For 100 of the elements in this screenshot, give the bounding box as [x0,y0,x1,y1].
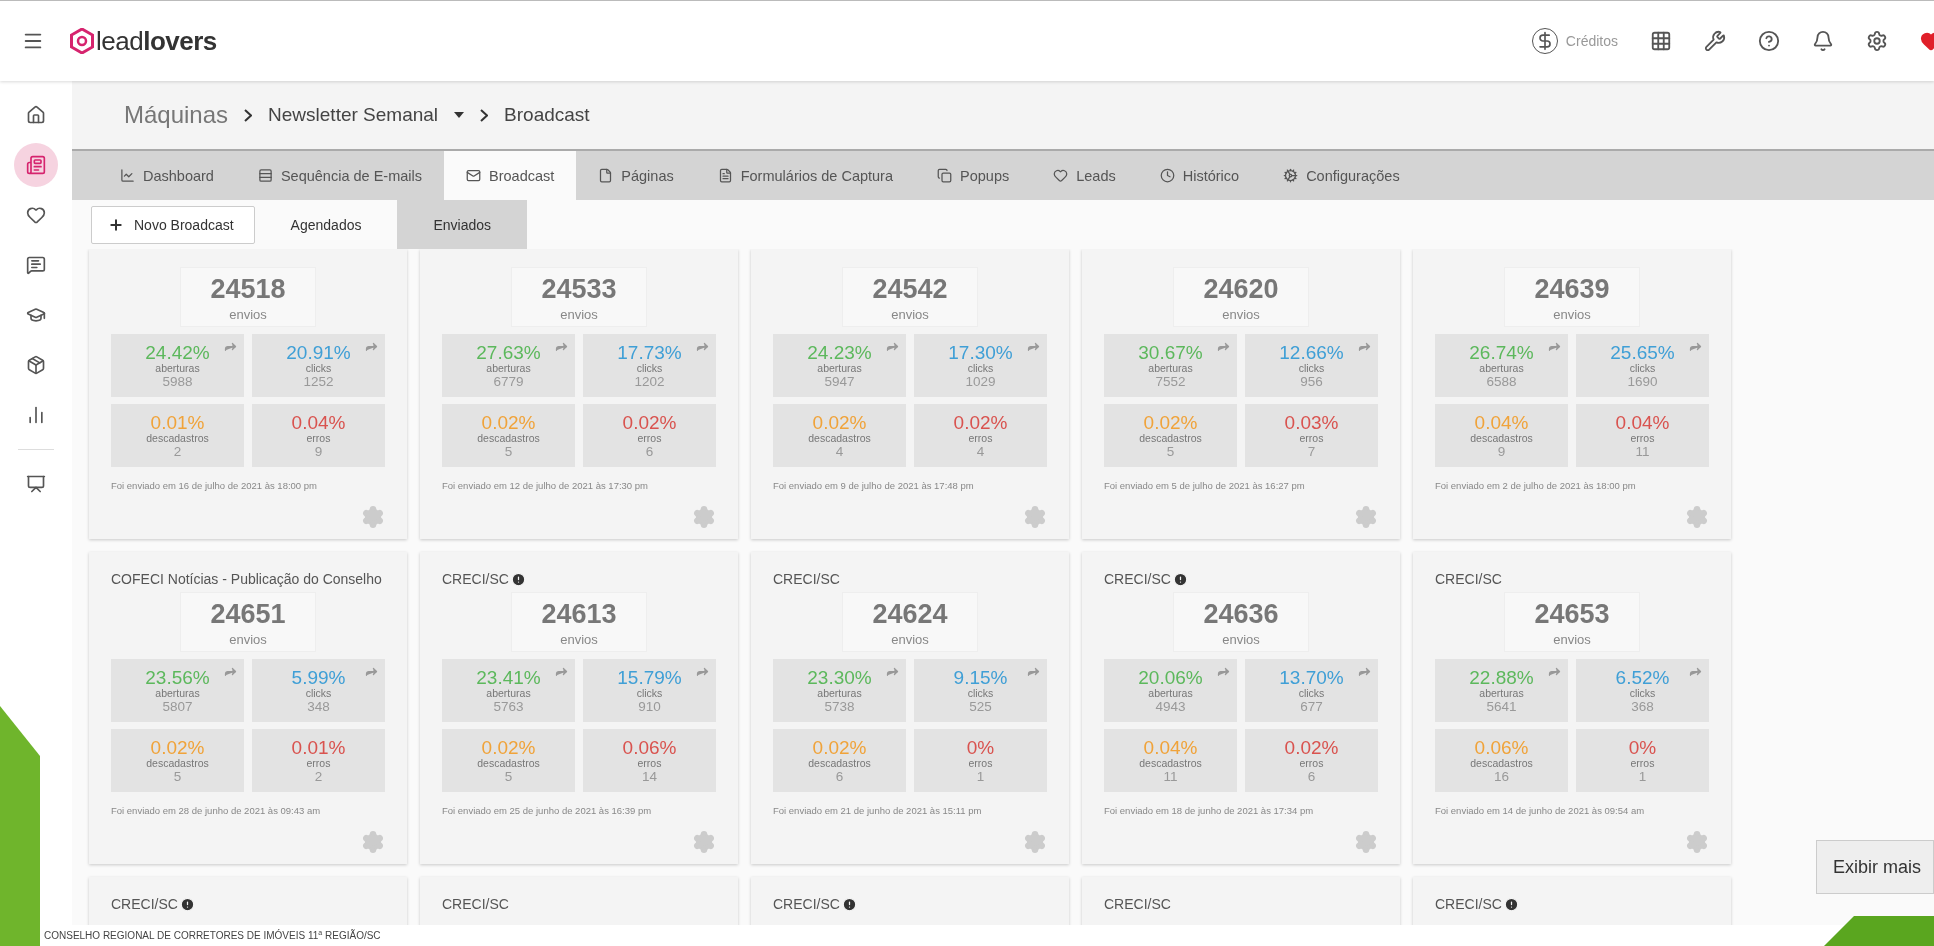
gears-icon [1283,168,1299,183]
stat-count: 2 [173,443,182,459]
sent-date: Foi enviado em 16 de julho de 2021 às 18:00 pm [111,480,318,491]
stat-label: clicks [1298,361,1325,374]
plus-icon [108,216,124,233]
sent-date: Foi enviado em 14 de junho de 2021 às 09:54 am [1435,805,1646,816]
nav-tab[interactable]: Histórico [1137,151,1262,200]
stat-count: 7 [1307,443,1316,459]
nav-tab[interactable]: Leads [1031,151,1138,200]
stat-label: descadastros [808,756,871,769]
stat-label: descadastros [477,756,540,769]
stat-count: 1029 [965,373,996,389]
stat-label: clicks [967,361,994,374]
stat-percent: 0.04% [1474,412,1529,432]
gear-icon[interactable] [692,505,716,529]
sends-label: envios [1222,307,1260,322]
document-icon [717,168,733,183]
stat-percent: 0.02% [481,412,536,432]
card-title: CRECI/SC [773,571,840,587]
stat-percent: 0.04% [1143,737,1198,757]
sent-date: Foi enviado em 5 de julho de 2021 às 16:27 pm [1104,480,1306,491]
sidebar-item[interactable] [14,143,58,187]
settings-icon[interactable] [1866,30,1888,52]
stat-percent: 0.02% [481,737,536,757]
notifications-icon[interactable] [1812,30,1834,52]
sends-label: envios [891,307,929,322]
nav-tab[interactable]: Popups [915,151,1032,200]
nav-tab[interactable]: Dashboard [98,151,236,200]
stat-label: erros [306,431,331,444]
stat-count: 5738 [824,698,855,714]
gear-icon[interactable] [1685,830,1709,854]
stat-label: clicks [1298,686,1325,699]
credits-link[interactable]: Créditos [1531,28,1618,54]
stat-percent: 20.06% [1138,667,1203,687]
nav-tab[interactable]: Formulários de Captura [695,151,916,200]
stat-count: 5 [1166,443,1175,459]
stat-label: descadastros [1470,431,1533,444]
stat-label: clicks [636,361,663,374]
stat-count: 5 [173,768,182,784]
stat-count: 6 [835,768,844,784]
new-broadcast-button[interactable]: Novo Broadcast [91,205,255,244]
stat-percent: 23.30% [807,667,872,687]
stat-label: aberturas [1479,361,1524,374]
message-icon [26,255,46,275]
gear-icon[interactable] [692,830,716,854]
nav-tab[interactable]: Páginas [576,151,696,200]
stat-label: clicks [305,686,332,699]
wrench-icon[interactable] [1704,30,1726,52]
stat-count: 5 [504,768,513,784]
sends-count: 24613 [541,599,617,630]
nav-tab[interactable]: Broadcast [444,151,577,200]
clock-icon [1159,168,1175,183]
card-title: CRECI/SC [442,896,509,912]
stat-count: 6779 [493,373,524,389]
sends-count: 24636 [1203,599,1279,630]
gear-icon[interactable] [1685,505,1709,529]
stat-count: 9 [1497,443,1506,459]
stat-percent: 0.06% [622,737,677,757]
caret-icon[interactable] [454,112,465,118]
gear-icon[interactable] [1023,830,1047,854]
nav-tab[interactable]: Configurações [1261,151,1422,200]
line-chart-icon [120,168,135,183]
stat-count: 6 [1307,768,1316,784]
show-more-button[interactable]: Exibir mais [1816,840,1934,894]
stat-count: 1690 [1627,373,1658,389]
breadcrumb-current: Broadcast [504,104,590,126]
sends-label: envios [1553,632,1591,647]
stat-percent: 22.88% [1469,667,1534,687]
sent-date: Foi enviado em 12 de julho de 2021 às 17:30 pm [442,480,649,491]
sent-date: Foi enviado em 28 de junho de 2021 às 09:43 am [111,805,322,816]
stat-count: 5988 [162,373,193,389]
stat-percent: 0.01% [291,737,346,757]
stat-count: 4 [835,443,844,459]
sub-tab[interactable]: Agendados [254,200,398,249]
logo: leadlovers [70,25,217,57]
gear-icon[interactable] [1354,830,1378,854]
machine-dropdown[interactable]: Newsletter Semanal [268,104,439,126]
stat-percent: 13.70% [1279,667,1344,687]
help-icon[interactable] [1758,30,1780,52]
hexagon-logo-icon [70,28,94,54]
gear-icon[interactable] [1354,505,1378,529]
stat-percent: 17.30% [948,342,1013,362]
breadcrumb-link[interactable]: Máquinas [124,101,229,129]
sub-tab[interactable]: Enviados [397,200,528,249]
stat-label: erros [1299,756,1324,769]
stat-percent: 0.03% [1284,412,1339,432]
graduation-cap-icon [26,305,46,325]
card-title: CRECI/SC [1435,896,1502,912]
stat-count: 1252 [303,373,334,389]
stat-count: 2 [314,768,323,784]
gear-icon[interactable] [1023,505,1047,529]
nav-tab[interactable]: Sequência de E-mails [235,151,444,200]
gear-icon[interactable] [361,505,385,529]
apps-grid-icon[interactable] [1650,30,1672,52]
gear-icon[interactable] [361,830,385,854]
stat-percent: 0.02% [150,737,205,757]
sent-date: Foi enviado em 18 de junho de 2021 às 17:34 pm [1104,805,1315,816]
sends-label: envios [229,632,267,647]
stat-percent: 12.66% [1279,342,1344,362]
stat-count: 1 [1638,768,1647,784]
